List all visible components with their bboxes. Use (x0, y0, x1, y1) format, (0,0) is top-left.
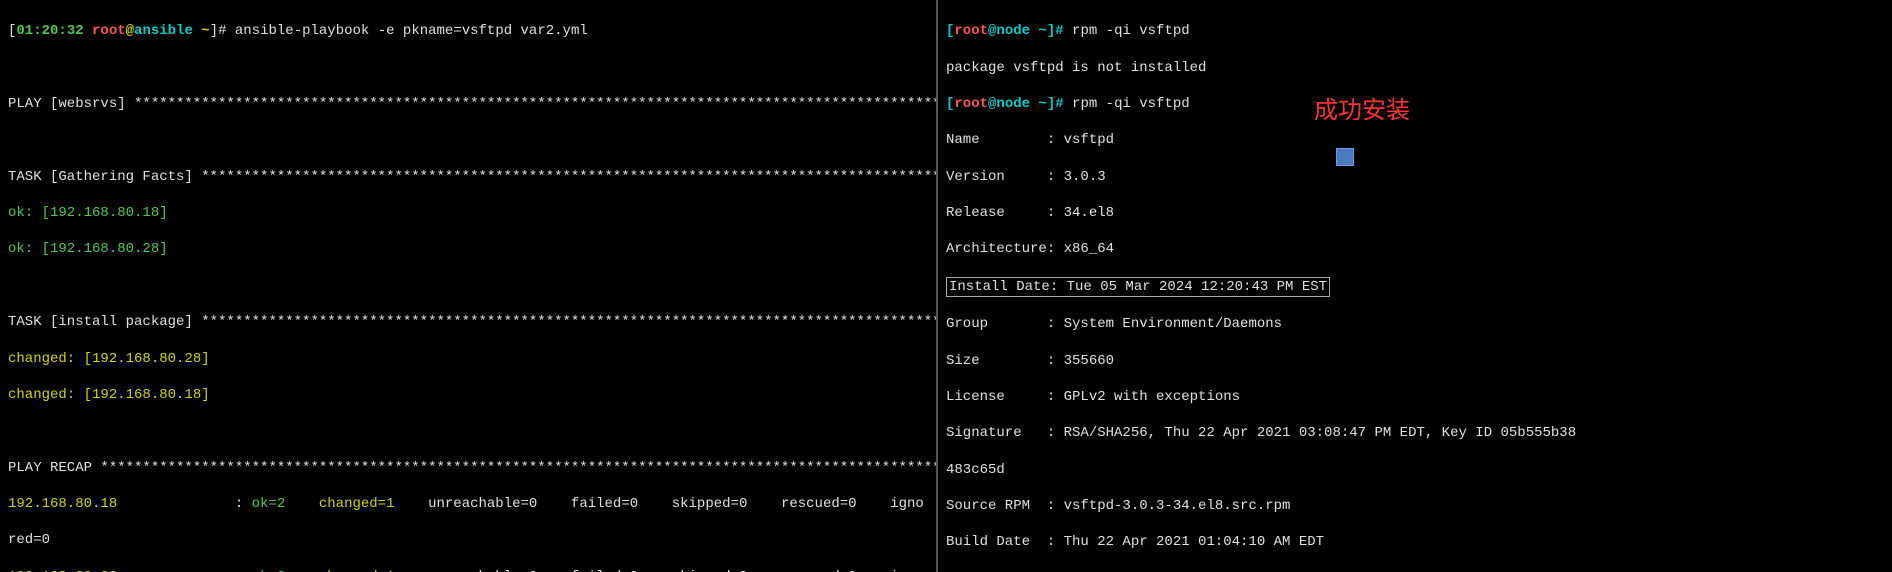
task-result: changed: [192.168.80.18] (8, 386, 928, 404)
selection-indicator-icon (1336, 148, 1354, 166)
task-install-package: TASK [install package] *****************… (8, 313, 928, 331)
prompt-line-2: [root@node ~]# rpm -qi vsftpd (946, 95, 1884, 113)
info-arch: Architecture: x86_64 (946, 240, 1884, 258)
recap-row: 192.168.80.28 : ok=2 changed=1 unreachab… (8, 568, 928, 572)
info-release: Release : 34.el8 (946, 204, 1884, 222)
command-text: rpm -qi vsftpd (1064, 23, 1190, 39)
task-result: changed: [192.168.80.28] (8, 350, 928, 368)
prompt-line-1: [01:20:32 root@ansible ~]# ansible-playb… (8, 22, 928, 40)
left-terminal[interactable]: [01:20:32 root@ansible ~]# ansible-playb… (0, 0, 938, 572)
not-installed-msg: package vsftpd is not installed (946, 59, 1884, 77)
info-license: License : GPLv2 with exceptions (946, 388, 1884, 406)
right-terminal[interactable]: [root@node ~]# rpm -qi vsftpd package vs… (938, 0, 1892, 572)
info-version: Version : 3.0.3 (946, 168, 1884, 186)
recap-row: 192.168.80.18 : ok=2 changed=1 unreachab… (8, 495, 928, 513)
prompt-line-1: [root@node ~]# rpm -qi vsftpd (946, 22, 1884, 40)
command-text: ansible-playbook -e pkname=vsftpd var2.y… (226, 23, 587, 39)
info-install-date: Install Date: Tue 05 Mar 2024 12:20:43 P… (946, 277, 1884, 297)
info-name: Name : vsftpd (946, 131, 1884, 149)
info-size: Size : 355660 (946, 352, 1884, 370)
play-header: PLAY [websrvs] *************************… (8, 95, 928, 113)
annotation-text: 成功安装 (1314, 95, 1410, 126)
play-recap-header: PLAY RECAP *****************************… (8, 459, 928, 477)
command-text: rpm -qi vsftpd (1064, 96, 1190, 112)
task-gathering-facts: TASK [Gathering Facts] *****************… (8, 168, 928, 186)
info-signature2: 483c65d (946, 461, 1884, 479)
task-result: ok: [192.168.80.28] (8, 240, 928, 258)
info-group: Group : System Environment/Daemons (946, 315, 1884, 333)
recap-wrap: red=0 (8, 531, 928, 549)
info-source-rpm: Source RPM : vsftpd-3.0.3-34.el8.src.rpm (946, 497, 1884, 515)
info-build-date: Build Date : Thu 22 Apr 2021 01:04:10 AM… (946, 533, 1884, 551)
info-signature: Signature : RSA/SHA256, Thu 22 Apr 2021 … (946, 424, 1884, 442)
task-result: ok: [192.168.80.18] (8, 204, 928, 222)
